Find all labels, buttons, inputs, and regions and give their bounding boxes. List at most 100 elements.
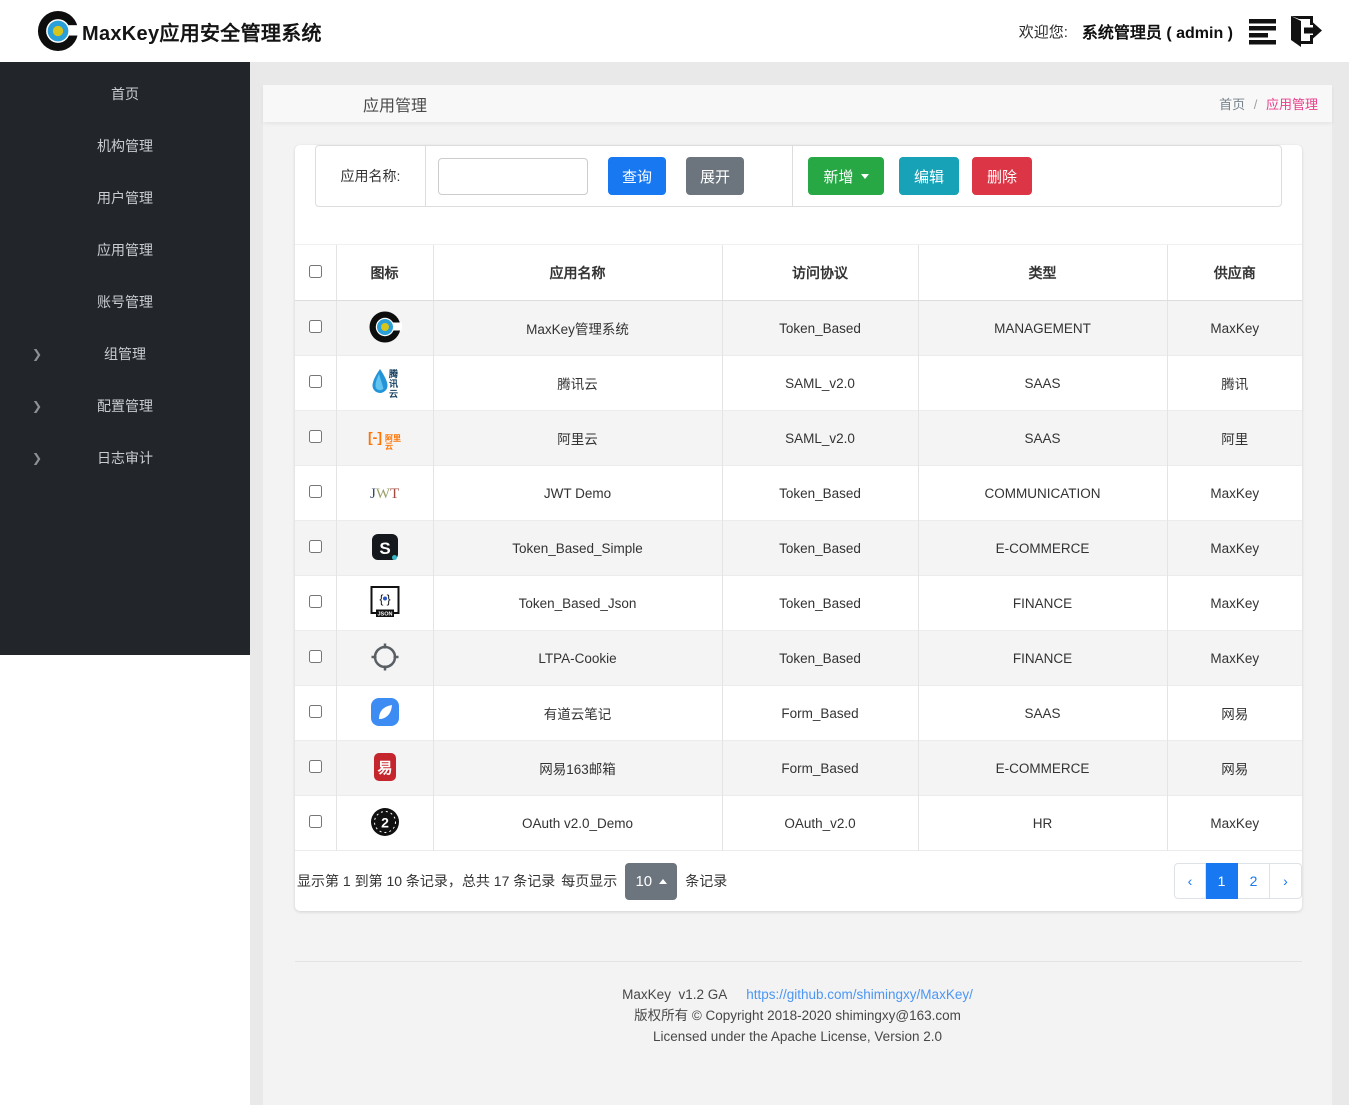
row-checkbox[interactable]	[308, 540, 322, 553]
page-size-dropdown[interactable]: 10	[625, 862, 678, 900]
sidebar-item-0[interactable]: 首页	[0, 68, 250, 120]
svg-text:云: 云	[389, 389, 398, 399]
sidebar-item-6[interactable]: ❯ 配置管理	[0, 380, 250, 432]
table-row[interactable]: MaxKey管理系统 Token_Based MANAGEMENT MaxKey	[295, 300, 1302, 356]
footer-license: Licensed under the Apache License, Versi…	[653, 1029, 942, 1044]
table-row[interactable]: [-] 阿里云 阿里云 SAML_v2.0 SAAS 阿里	[295, 410, 1302, 466]
sidebar-item-3[interactable]: 应用管理	[0, 224, 250, 276]
row-checkbox[interactable]	[308, 430, 322, 443]
breadcrumb-home[interactable]: 首页	[1219, 97, 1245, 112]
table-row[interactable]: JWT JWT Demo Token_Based COMMUNICATION M…	[295, 465, 1302, 521]
row-checkbox[interactable]	[308, 485, 322, 498]
row-select-cell	[295, 741, 336, 796]
column-header: 访问协议	[721, 244, 918, 301]
app-icon-cell: S	[335, 520, 433, 576]
chevron-right-icon: ❯	[32, 399, 43, 413]
sidebar-item-2[interactable]: 用户管理	[0, 172, 250, 224]
row-checkbox[interactable]	[308, 595, 322, 608]
pagination-pages: ‹ 1 2 ›	[1174, 863, 1302, 899]
sidebar-item-4[interactable]: 账号管理	[0, 276, 250, 328]
row-checkbox[interactable]	[308, 760, 322, 773]
category-cell: SAAS	[917, 355, 1167, 411]
category-cell: FINANCE	[917, 575, 1167, 631]
sidebar-item-5[interactable]: ❯ 组管理	[0, 328, 250, 380]
page-button-2[interactable]: 2	[1238, 863, 1270, 899]
row-checkbox[interactable]	[308, 650, 322, 663]
add-button[interactable]: 新增	[808, 157, 884, 195]
table-row[interactable]: 有道云笔记 Form_Based SAAS 网易	[295, 685, 1302, 741]
app-icon-cell: 2	[335, 795, 433, 851]
page-size-suffix: 条记录	[685, 873, 728, 889]
table-row[interactable]: LTPA-Cookie Token_Based FINANCE MaxKey	[295, 630, 1302, 686]
vendor-cell: MaxKey	[1166, 465, 1302, 521]
app-name-input[interactable]	[438, 157, 588, 195]
chevron-right-icon: ❯	[32, 451, 43, 465]
table-row[interactable]: S Token_Based_Simple Token_Based E-COMME…	[295, 520, 1302, 576]
footer-divider	[295, 961, 1302, 962]
protocol-cell: SAML_v2.0	[721, 355, 918, 411]
row-select-cell	[295, 466, 336, 521]
pagination-summary: 显示第 1 到第 10 条记录，总共 17 条记录	[297, 873, 556, 889]
category-cell: E-COMMERCE	[917, 520, 1167, 576]
sidebar-column: 首页 机构管理 用户管理 应用管理 账号管理 ❯ 组管理 ❯ 配置管理 ❯ 日志…	[0, 62, 250, 1117]
app-name-cell: JWT Demo	[432, 465, 722, 521]
table-row[interactable]: 腾讯云 腾讯云 SAML_v2.0 SAAS 腾讯	[295, 355, 1302, 411]
row-checkbox[interactable]	[308, 375, 322, 388]
applications-table: 图标 应用名称 访问协议 类型 供应商 MaxKey管理系统 Token_Based M…	[295, 244, 1302, 851]
row-select-cell	[295, 521, 336, 576]
svg-text:讯: 讯	[389, 378, 398, 389]
simple-icon: S	[368, 530, 402, 564]
search-toolbar: 应用名称: 查询 展开 新增 编辑 删除	[315, 145, 1282, 207]
app-root: MaxKey应用安全管理系统 欢迎您: 系统管理员 ( admin ) 首页 机…	[0, 0, 1349, 1117]
table-row[interactable]: 2 OAuth v2.0_Demo OAuth_v2.0 HR MaxKey	[295, 795, 1302, 851]
delete-button[interactable]: 删除	[972, 157, 1032, 195]
footer-github-link[interactable]: https://github.com/shimingxy/MaxKey/	[746, 987, 973, 1002]
next-page-button[interactable]: ›	[1270, 863, 1302, 899]
table-header-row: 图标 应用名称 访问协议 类型 供应商	[295, 244, 1302, 301]
protocol-cell: SAML_v2.0	[721, 410, 918, 466]
sidebar-item-7[interactable]: ❯ 日志审计	[0, 432, 250, 484]
edit-button[interactable]: 编辑	[899, 157, 959, 195]
vendor-cell: MaxKey	[1166, 520, 1302, 576]
row-select-cell	[295, 356, 336, 411]
select-all-cell	[295, 244, 336, 301]
row-checkbox[interactable]	[308, 815, 322, 828]
row-checkbox[interactable]	[308, 320, 322, 333]
app-name-cell: 腾讯云	[432, 355, 722, 411]
vendor-cell: MaxKey	[1166, 795, 1302, 851]
maxkey-icon	[368, 310, 402, 344]
table-row[interactable]: { } JSON Token_Based_Json Token_Based FIN…	[295, 575, 1302, 631]
column-header: 应用名称	[432, 244, 722, 301]
column-header: 图标	[335, 244, 433, 301]
footer-copyright: 版权所有 © Copyright 2018-2020 shimingxy@163…	[634, 1008, 961, 1023]
page-button-1[interactable]: 1	[1206, 863, 1238, 899]
protocol-cell: OAuth_v2.0	[721, 795, 918, 851]
caret-down-icon	[860, 173, 869, 179]
app-icon-cell: [-] 阿里云	[335, 410, 433, 466]
footer-version: MaxKey v1.2 GA	[622, 987, 727, 1002]
vendor-cell: 腾讯	[1166, 355, 1302, 411]
select-all-checkbox[interactable]	[308, 264, 322, 278]
category-cell: E-COMMERCE	[917, 740, 1167, 796]
row-select-cell	[295, 576, 336, 631]
query-button[interactable]: 查询	[608, 157, 666, 195]
breadcrumb-current: 应用管理	[1265, 97, 1318, 112]
protocol-cell: Token_Based	[721, 300, 918, 356]
vendor-cell: MaxKey	[1166, 300, 1302, 356]
app-title: MaxKey应用安全管理系统	[82, 22, 322, 45]
logout-icon[interactable]	[1283, 14, 1323, 48]
sidebar-item-1[interactable]: 机构管理	[0, 120, 250, 172]
welcome-label: 欢迎您:	[1018, 23, 1068, 41]
prev-page-button[interactable]: ‹	[1174, 863, 1206, 899]
caret-up-icon	[659, 878, 668, 884]
expand-button[interactable]: 展开	[686, 157, 744, 195]
app-header: MaxKey应用安全管理系统 欢迎您: 系统管理员 ( admin )	[0, 0, 1349, 62]
app-icon-cell: { } JSON	[335, 575, 433, 631]
table-row[interactable]: 易 网易163邮箱 Form_Based E-COMMERCE 网易	[295, 740, 1302, 796]
menu-list-icon[interactable]	[1249, 17, 1279, 45]
pagination-bar: 显示第 1 到第 10 条记录，总共 17 条记录 每页显示 10 条记录 ‹ …	[295, 851, 1302, 911]
protocol-cell: Form_Based	[721, 685, 918, 741]
row-select-cell	[295, 796, 336, 851]
row-checkbox[interactable]	[308, 705, 322, 718]
current-user: 系统管理员 ( admin )	[1081, 25, 1233, 42]
